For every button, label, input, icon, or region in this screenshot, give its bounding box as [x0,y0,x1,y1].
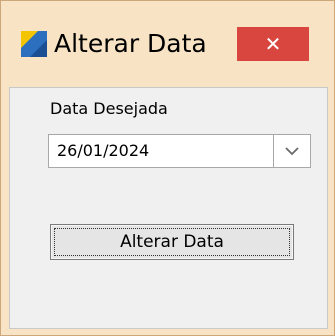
title-bar[interactable]: Alterar Data ✕ [1,1,334,87]
dialog-window: Alterar Data ✕ Data Desejada 26/01/2024 … [0,0,335,336]
window-title: Alterar Data [54,29,207,58]
app-logo-icon [21,31,47,57]
date-picker[interactable]: 26/01/2024 [48,134,311,168]
chevron-down-icon [285,147,299,156]
dialog-body: Data Desejada 26/01/2024 Alterar Data [9,87,328,329]
alterar-data-button-label: Alterar Data [120,232,224,252]
close-button[interactable]: ✕ [237,27,309,61]
date-dropdown-button[interactable] [273,135,310,167]
alterar-data-button[interactable]: Alterar Data [50,224,294,260]
date-value[interactable]: 26/01/2024 [57,135,149,167]
date-label: Data Desejada [50,99,168,118]
